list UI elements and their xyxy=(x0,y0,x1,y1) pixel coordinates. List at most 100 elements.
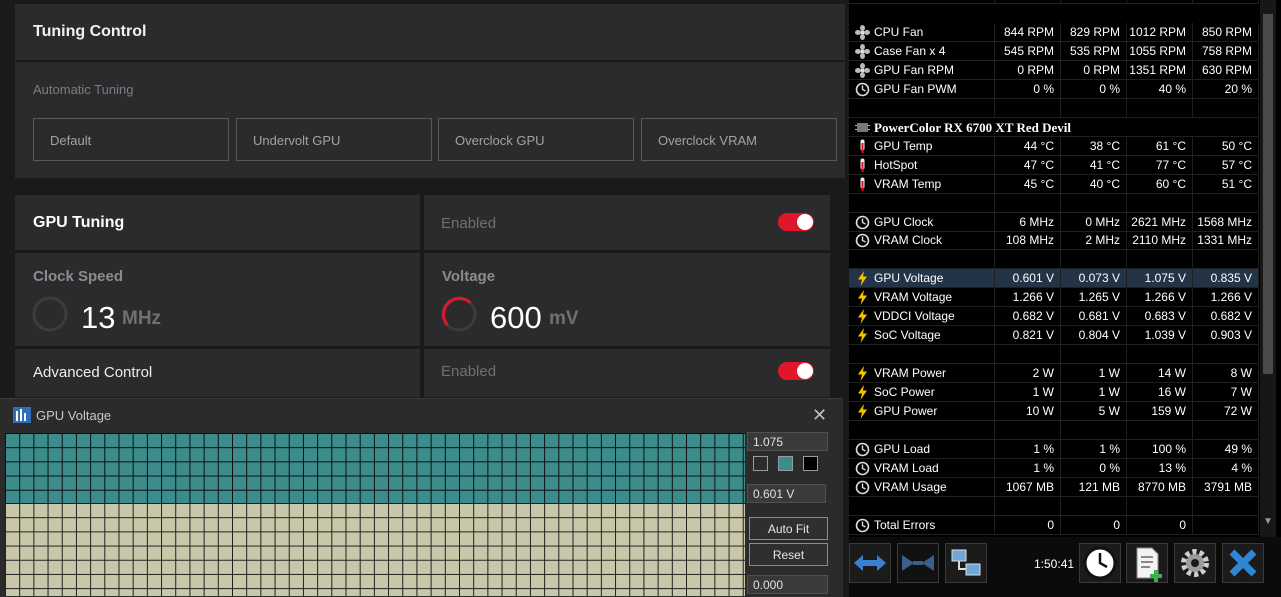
table-row[interactable]: GPU Temp 44 °C 38 °C 61 °C 50 °C xyxy=(849,136,1259,156)
gpu-tuning-toggle[interactable] xyxy=(778,213,814,231)
sensor-max-value xyxy=(1127,98,1193,118)
table-row[interactable]: SoC Power 1 W1 W 16 W7 W xyxy=(849,383,1259,403)
lightning-icon xyxy=(858,366,867,382)
preset-undervolt-gpu-button[interactable]: Undervolt GPU xyxy=(236,118,432,161)
table-row[interactable]: VRAM Temp 45 °C 40 °C 60 °C 51 °C xyxy=(849,174,1259,194)
table-row[interactable] xyxy=(849,496,1259,516)
sensor-name: Total Errors xyxy=(849,515,995,535)
sensor-name xyxy=(849,345,995,365)
sensor-scrollbar[interactable]: ▼ xyxy=(1260,0,1276,537)
advanced-control-toggle[interactable] xyxy=(778,362,814,380)
sensor-label: HotSpot xyxy=(874,157,918,172)
grid-color-swatch[interactable] xyxy=(803,456,818,471)
report-icon xyxy=(1136,547,1162,582)
table-row[interactable]: VRAM Load 1 % 0 % 13 % 4 % xyxy=(849,458,1259,478)
preset-overclock-vram-button[interactable]: Overclock VRAM xyxy=(641,118,837,161)
sensor-min-value: 0 xyxy=(1061,515,1127,535)
reset-timer-button[interactable] xyxy=(1079,543,1121,583)
sensor-avg-value: 0.835 V xyxy=(1193,269,1259,289)
table-row[interactable]: VRAM Power 2 W1 W 14 W8 W xyxy=(849,364,1259,384)
sensor-avg-value xyxy=(1193,193,1259,213)
sensor-min-value: 1.265 V xyxy=(1061,288,1127,308)
table-row[interactable]: GPU Load 1 % 1 % 100 % 49 % xyxy=(849,439,1259,459)
preset-default-button[interactable]: Default xyxy=(33,118,229,161)
expand-button[interactable] xyxy=(849,543,891,583)
table-row[interactable]: SoC Voltage 0.821 V 0.804 V 1.039 V 0.903 V xyxy=(849,326,1259,346)
table-row[interactable]: VRAM Voltage 1.266 V 1.265 V 1.266 V 1.266 V xyxy=(849,288,1259,308)
table-row[interactable] xyxy=(849,250,1259,270)
sensor-name: VRAM Usage xyxy=(849,477,995,497)
line-color-swatch[interactable] xyxy=(778,456,793,471)
reset-button[interactable]: Reset xyxy=(749,543,828,566)
table-row[interactable]: CPU Fan 844 RPM 829 RPM 1012 RPM 850 RPM xyxy=(849,23,1259,42)
sensor-label: VRAM Usage xyxy=(874,479,947,494)
report-button[interactable] xyxy=(1126,543,1168,583)
sensor-name: GPU Clock xyxy=(849,212,995,232)
collapse-button[interactable] xyxy=(897,543,939,583)
graph-max-field[interactable]: 1.075 xyxy=(747,432,828,451)
sensor-name: CPU Fan xyxy=(849,23,995,42)
table-row[interactable] xyxy=(849,420,1259,440)
table-row[interactable]: GPU Fan RPM 0 RPM 0 RPM 1351 RPM 630 RPM xyxy=(849,60,1259,80)
table-row[interactable]: GPU Clock 6 MHz 0 MHz 2621 MHz 1568 MHz xyxy=(849,212,1259,232)
close-button[interactable] xyxy=(1222,543,1264,583)
sensor-label: SoC Voltage xyxy=(874,328,941,343)
auto-fit-button[interactable]: Auto Fit xyxy=(749,517,828,540)
preset-overclock-gpu-button[interactable]: Overclock GPU xyxy=(438,118,634,161)
sensor-cur-value: 844 RPM xyxy=(995,23,1061,42)
table-row[interactable]: GPU Fan PWM 0 % 0 % 40 % 20 % xyxy=(849,79,1259,99)
table-row[interactable]: Case Fan x 4 545 RPM 535 RPM 1055 RPM 758 RP… xyxy=(849,41,1259,61)
sensor-max-value: 13 % xyxy=(1127,458,1193,478)
table-row[interactable]: Total Errors 0 0 0 xyxy=(849,515,1259,535)
gear-icon xyxy=(1181,549,1209,577)
table-row[interactable] xyxy=(849,345,1259,365)
table-row[interactable]: VDDCI Voltage 0.682 V 0.681 V 0.683 V 0.682 … xyxy=(849,307,1259,327)
table-row[interactable]: GPU Voltage 0.601 V 0.073 V 1.075 V 0.835 V xyxy=(849,269,1259,289)
sensor-label: GPU Temp xyxy=(874,138,933,153)
table-row[interactable] xyxy=(849,98,1259,118)
thermometer-icon xyxy=(860,158,865,172)
network-button[interactable] xyxy=(945,543,987,583)
chevron-down-icon[interactable]: ▼ xyxy=(1262,516,1274,528)
sensor-avg-value: 72 W xyxy=(1193,402,1259,421)
sensor-group-row[interactable]: PowerColor RX 6700 XT Red Devil xyxy=(849,117,1259,137)
sensor-label: GPU Clock xyxy=(874,214,934,229)
close-icon[interactable]: ✕ xyxy=(812,405,827,426)
sensor-avg-value: 1.266 V xyxy=(1193,288,1259,308)
close-icon xyxy=(1229,549,1257,577)
gauge-icon xyxy=(855,82,870,97)
sensor-cur-value: 1.266 V xyxy=(995,288,1061,308)
gpu-tuning-card: GPU Tuning xyxy=(15,195,420,250)
sensor-name: VRAM Load xyxy=(849,458,995,478)
sensor-min-value xyxy=(1061,496,1127,516)
sensor-max-value xyxy=(1127,496,1193,516)
sensor-avg-value: 50 °C xyxy=(1193,136,1259,156)
table-row[interactable]: VRAM Clock 108 MHz 2 MHz 2110 MHz 1331 MHz xyxy=(849,231,1259,251)
sensor-cur-value: 1 W xyxy=(995,383,1061,403)
graph-min-field[interactable]: 0.000 xyxy=(747,575,828,594)
table-row[interactable]: VRAM Usage 1067 MB 121 MB 8770 MB 3791 MB xyxy=(849,477,1259,497)
sensor-table: CPU Fan 844 RPM 829 RPM 1012 RPM 850 RPM Case… xyxy=(849,0,1281,537)
settings-button[interactable] xyxy=(1174,543,1216,583)
sensor-label: GPU Load xyxy=(874,441,931,456)
sensor-min-value: 0.073 V xyxy=(1061,269,1127,289)
sensor-max-value: 0 xyxy=(1127,515,1193,535)
scrollbar-thumb[interactable] xyxy=(1263,14,1273,374)
sensor-min-value: 1 W xyxy=(1061,364,1127,384)
sensor-cur-value: 47 °C xyxy=(995,155,1061,175)
sensor-avg-value: 57 °C xyxy=(1193,155,1259,175)
table-row[interactable]: GPU Power 10 W5 W 159 W 72 W xyxy=(849,402,1259,421)
background-color-swatch[interactable] xyxy=(753,456,768,471)
table-row xyxy=(849,0,1259,5)
sensor-avg-value xyxy=(1193,420,1259,440)
sensor-name: VDDCI Voltage xyxy=(849,307,995,327)
sensor-max-value: 2621 MHz xyxy=(1127,212,1193,232)
sensor-cur-value: 0.821 V xyxy=(995,326,1061,346)
sensor-min-value: 0 % xyxy=(1061,458,1127,478)
lightning-icon xyxy=(858,309,867,325)
lightning-icon xyxy=(858,404,867,419)
network-icon xyxy=(951,549,981,576)
sensor-label: GPU Fan RPM xyxy=(874,62,955,77)
table-row[interactable]: HotSpot 47 °C 41 °C 77 °C 57 °C xyxy=(849,155,1259,175)
table-row[interactable] xyxy=(849,193,1259,213)
